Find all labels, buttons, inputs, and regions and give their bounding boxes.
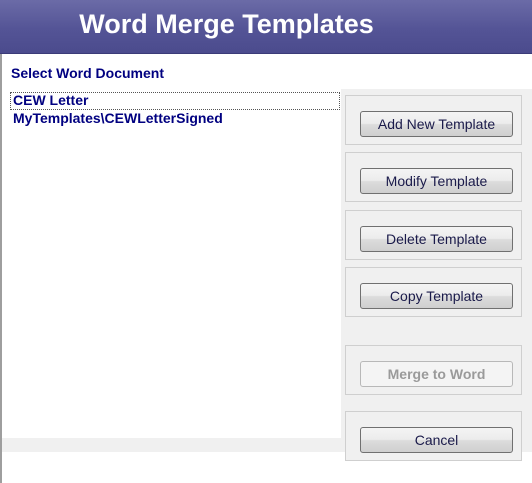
word-document-list[interactable]: CEW Letter MyTemplates\CEWLetterSigned [10,89,340,438]
delete-template-frame: Delete Template [345,210,522,260]
modify-template-button[interactable]: Modify Template [360,168,513,194]
left-border [0,54,2,483]
window-title: Word Merge Templates [79,9,374,39]
title-bar: Word Merge Templates [0,0,532,54]
merge-to-word-button[interactable]: Merge to Word [360,361,513,387]
select-word-document-label: Select Word Document [11,65,164,81]
word-merge-templates-window: Word Merge Templates Select Word Documen… [0,0,532,483]
merge-to-word-frame: Merge to Word [345,345,522,395]
add-new-template-frame: Add New Template [345,95,522,145]
copy-template-button[interactable]: Copy Template [360,283,513,309]
copy-template-frame: Copy Template [345,267,522,317]
modify-template-frame: Modify Template [345,152,522,202]
cancel-button[interactable]: Cancel [360,427,513,453]
list-item-cew-letter[interactable]: CEW Letter [10,92,340,110]
add-new-template-button[interactable]: Add New Template [360,111,513,137]
delete-template-button[interactable]: Delete Template [360,226,513,252]
cancel-frame: Cancel [345,411,522,461]
list-item-cew-letter-signed[interactable]: MyTemplates\CEWLetterSigned [10,110,340,128]
